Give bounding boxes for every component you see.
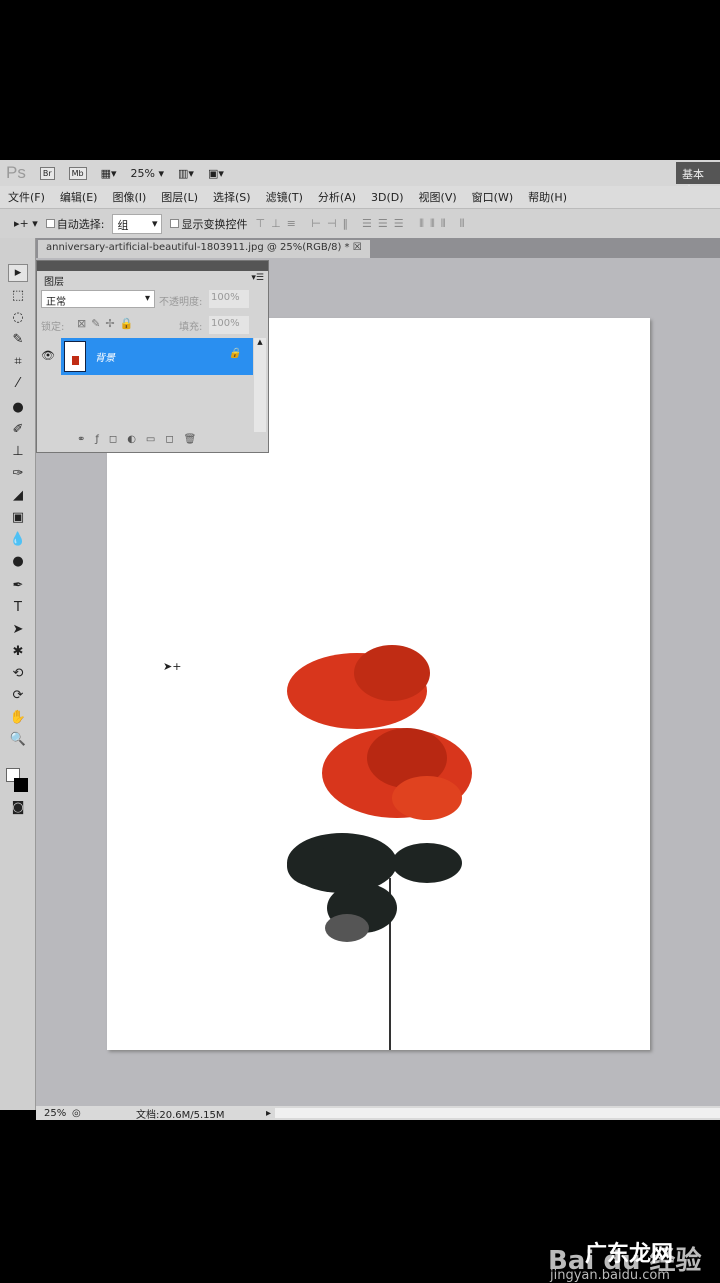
move-tool-preset-icon[interactable]: ▸+ ▾ [14,217,38,230]
auto-select-value: 组 [117,218,129,232]
panel-header[interactable] [37,261,268,271]
menu-file[interactable]: 文件(F) [8,189,45,205]
menu-3d[interactable]: 3D(D) [371,191,404,204]
menu-filter[interactable]: 滤镜(T) [266,189,303,205]
healing-brush-icon[interactable]: ● [8,400,28,418]
opacity-input[interactable]: 100% [209,290,249,308]
status-menu-arrow[interactable]: ▸ [266,1108,271,1119]
options-bar: ▸+ ▾ 自动选择: 组 ▾ 显示变换控件 ⊤⊥≡ ⊢⊣‖ ☰☰☰ ⦀⦀⦀ ⦀ [0,208,720,238]
panel-menu-icon[interactable]: ▾☰ [251,273,264,283]
menu-window[interactable]: 窗口(W) [472,189,513,205]
document-tab-title: anniversary-artificial-beautiful-1803911… [46,242,350,253]
lock-icons[interactable]: ⊠✎✢🔒 [77,317,138,330]
tools-panel: ▸ ⬚ ◌ ✎ ⌗ ⁄ ● ✐ ⊥ ✑ ◢ ▣ 💧 ● ✒ T ➤ ✱ ⟲ ⟳ … [0,238,36,1110]
layer-footer-icons[interactable]: ⚭ƒ◻◐▭◻🗑 [77,434,206,445]
application-bar: Ps Br Mb ▦▾ 25% ▾ ▥▾ ▣▾ [0,160,720,186]
layer-name: 背景 [95,353,115,364]
brush-tool-icon[interactable]: ✐ [8,422,28,440]
lock-label: 锁定: [41,322,65,333]
3d-orbit-tool-icon[interactable]: ⟳ [8,688,28,706]
status-zoom[interactable]: 25% [36,1108,72,1119]
background-color-swatch[interactable] [14,778,28,792]
eye-icon[interactable]: 👁 [41,349,55,362]
zoom-level-select[interactable]: 25% ▾ [131,167,164,180]
document-tab[interactable]: anniversary-artificial-beautiful-1803911… [38,240,370,258]
close-icon[interactable]: ☒ [353,242,362,253]
layer-row[interactable]: 背景 🔒 [61,338,253,375]
blend-mode-value: 正常 [46,297,66,308]
layers-scrollbar[interactable]: ▲ [254,338,266,432]
show-transform-checkbox[interactable]: 显示变换控件 [170,216,247,232]
menu-bar: 文件(F) 编辑(E) 图像(I) 图层(L) 选择(S) 滤镜(T) 分析(A… [0,186,720,208]
auto-select-label: 自动选择: [56,217,105,231]
path-select-tool-icon[interactable]: ➤ [8,622,28,640]
eyedropper-tool-icon[interactable]: ⁄ [8,376,28,394]
fill-label: 填充: [179,322,203,333]
arrange-documents-icon[interactable]: ▥▾ [178,167,194,180]
menu-image[interactable]: 图像(I) [112,189,146,205]
doc-info: 文档:20.6M/5.15M [136,1109,225,1121]
gradient-tool-icon[interactable]: ▣ [8,510,28,528]
type-tool-icon[interactable]: T [8,600,28,618]
mini-bridge-button[interactable]: Mb [68,166,87,180]
pen-tool-icon[interactable]: ✒ [8,578,28,596]
3d-rotate-tool-icon[interactable]: ⟲ [8,666,28,684]
horizontal-scrollbar[interactable] [275,1108,720,1118]
watermark-url: jingyan.baidu.com [550,1268,670,1283]
zoom-tool-icon[interactable]: 🔍 [8,732,28,750]
dodge-tool-icon[interactable]: ● [8,554,28,572]
zoom-value: 25% [130,166,155,180]
watermark-overlay: 广东龙网 [585,1242,674,1267]
stamp-tool-icon[interactable]: ⊥ [8,444,28,462]
align-icons[interactable]: ⊤⊥≡ ⊢⊣‖ [255,217,354,230]
menu-view[interactable]: 视图(V) [419,189,457,205]
status-bar: 25% ◎ 文档:20.6M/5.15M ▸ [36,1106,720,1121]
hand-tool-icon[interactable]: ✋ [8,710,28,728]
show-transform-label: 显示变换控件 [181,217,248,231]
eraser-tool-icon[interactable]: ◢ [8,488,28,506]
history-brush-icon[interactable]: ✑ [8,466,28,484]
lock-icon: 🔒 [228,348,241,359]
workspace-button[interactable]: 基本功 [676,162,720,197]
layers-tab[interactable]: 图层 [39,272,69,289]
auto-select-checkbox[interactable]: 自动选择: [45,216,105,232]
lasso-tool-icon[interactable]: ◌ [8,310,28,328]
crop-tool-icon[interactable]: ⌗ [8,354,28,372]
distribute-icons[interactable]: ☰☰☰ ⦀⦀⦀ [362,217,452,231]
screen-mode-icon[interactable]: ▣▾ [208,167,224,180]
fill-input[interactable]: 100% [209,316,249,334]
menu-select[interactable]: 选择(S) [213,189,251,205]
status-icon: ◎ [72,1107,81,1119]
shape-tool-icon[interactable]: ✱ [8,644,28,662]
marquee-tool-icon[interactable]: ⬚ [8,288,28,306]
blur-tool-icon[interactable]: 💧 [8,532,28,550]
menu-help[interactable]: 帮助(H) [528,189,567,205]
bridge-button[interactable]: Br [39,166,55,180]
auto-align-icon[interactable]: ⦀ [460,217,471,231]
cursor-move-icon: ➤+ [163,660,182,673]
menu-edit[interactable]: 编辑(E) [60,189,98,205]
auto-select-dropdown[interactable]: 组 ▾ [112,213,163,234]
move-tool-icon[interactable]: ▸ [8,264,28,282]
layers-panel: 图层 ▾☰ 正常 ▾ 不透明度: 100% 锁定: ⊠✎✢🔒 填充: 100% 👁… [36,260,269,453]
quick-select-tool-icon[interactable]: ✎ [8,332,28,350]
menu-analysis[interactable]: 分析(A) [318,189,356,205]
menu-layer[interactable]: 图层(L) [161,189,198,205]
quick-mask-icon[interactable]: ◙ [8,800,28,818]
ps-logo: Ps [6,163,26,182]
view-extras-icon[interactable]: ▦▾ [101,167,117,180]
blend-mode-dropdown[interactable]: 正常 ▾ [41,290,155,308]
opacity-label: 不透明度: [159,297,203,308]
layer-thumbnail [64,341,86,372]
